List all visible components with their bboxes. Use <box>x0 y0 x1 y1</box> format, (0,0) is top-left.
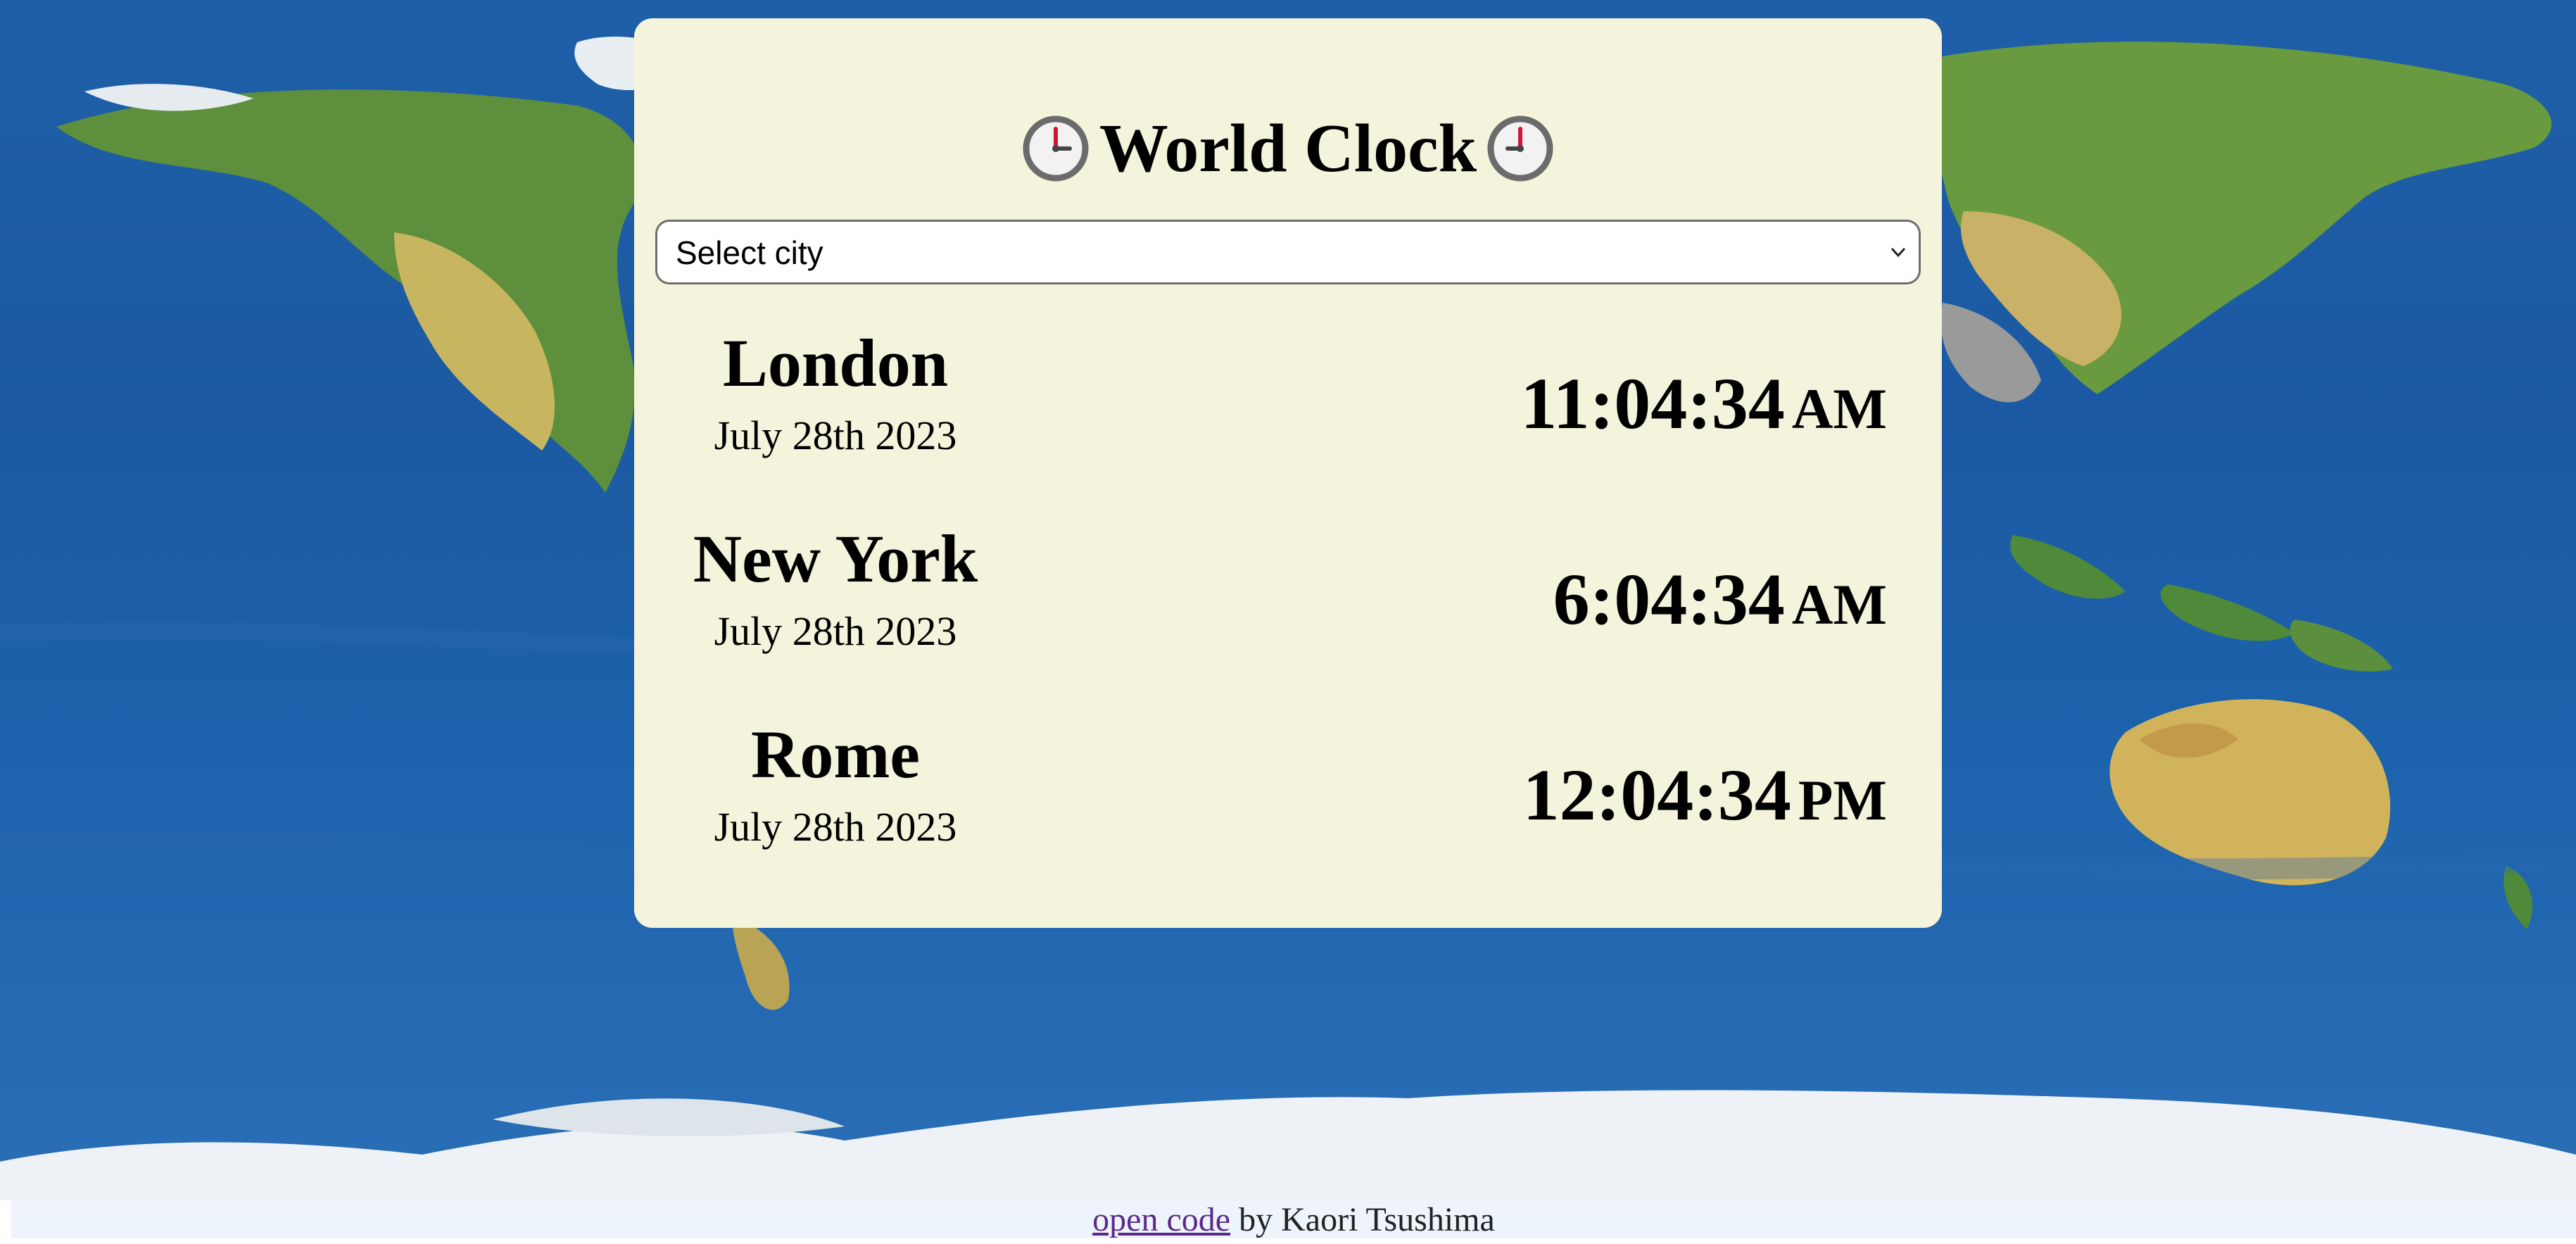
time-value: 6:04:34 <box>1553 559 1785 640</box>
city-time: 12:04:34 PM <box>1523 753 1887 843</box>
city-row-london: London July 28th 2023 11:04:34 AM <box>634 321 1942 511</box>
city-row-new-york: New York July 28th 2023 6:04:34 AM <box>634 517 1942 707</box>
city-info: London July 28th 2023 <box>688 321 983 460</box>
world-clock-card: World Clock Select city London July 28th… <box>634 18 1942 928</box>
clock-icon <box>1022 115 1090 182</box>
time-value: 11:04:34 <box>1520 363 1785 444</box>
footer: open code by Kaori Tsushima <box>11 1200 2576 1238</box>
time-value: 12:04:34 <box>1522 755 1791 836</box>
open-code-link[interactable]: open code <box>1092 1201 1230 1238</box>
city-date: July 28th 2023 <box>714 804 957 850</box>
city-select-value: Select city <box>676 234 823 271</box>
city-date: July 28th 2023 <box>714 413 957 458</box>
city-info: New York July 28th 2023 <box>688 517 983 656</box>
time-period: PM <box>1798 769 1887 832</box>
page-title: World Clock <box>1099 111 1477 187</box>
time-period: AM <box>1791 377 1887 441</box>
city-info: Rome July 28th 2023 <box>688 712 983 852</box>
city-name: New York <box>693 521 978 596</box>
city-row-rome: Rome July 28th 2023 12:04:34 PM <box>634 712 1942 903</box>
city-name: Rome <box>751 717 920 792</box>
time-period: AM <box>1791 573 1887 636</box>
footer-credit: by Kaori Tsushima <box>1239 1201 1495 1238</box>
city-time: 11:04:34 AM <box>1520 362 1887 451</box>
city-name: London <box>722 325 949 401</box>
chevron-down-icon <box>1890 247 1906 258</box>
city-select[interactable]: Select city <box>655 220 1921 284</box>
city-date: July 28th 2023 <box>714 608 957 654</box>
city-time: 6:04:34 AM <box>1553 558 1887 647</box>
clock-icon <box>1486 115 1554 182</box>
page-title-row: World Clock <box>634 106 1942 191</box>
